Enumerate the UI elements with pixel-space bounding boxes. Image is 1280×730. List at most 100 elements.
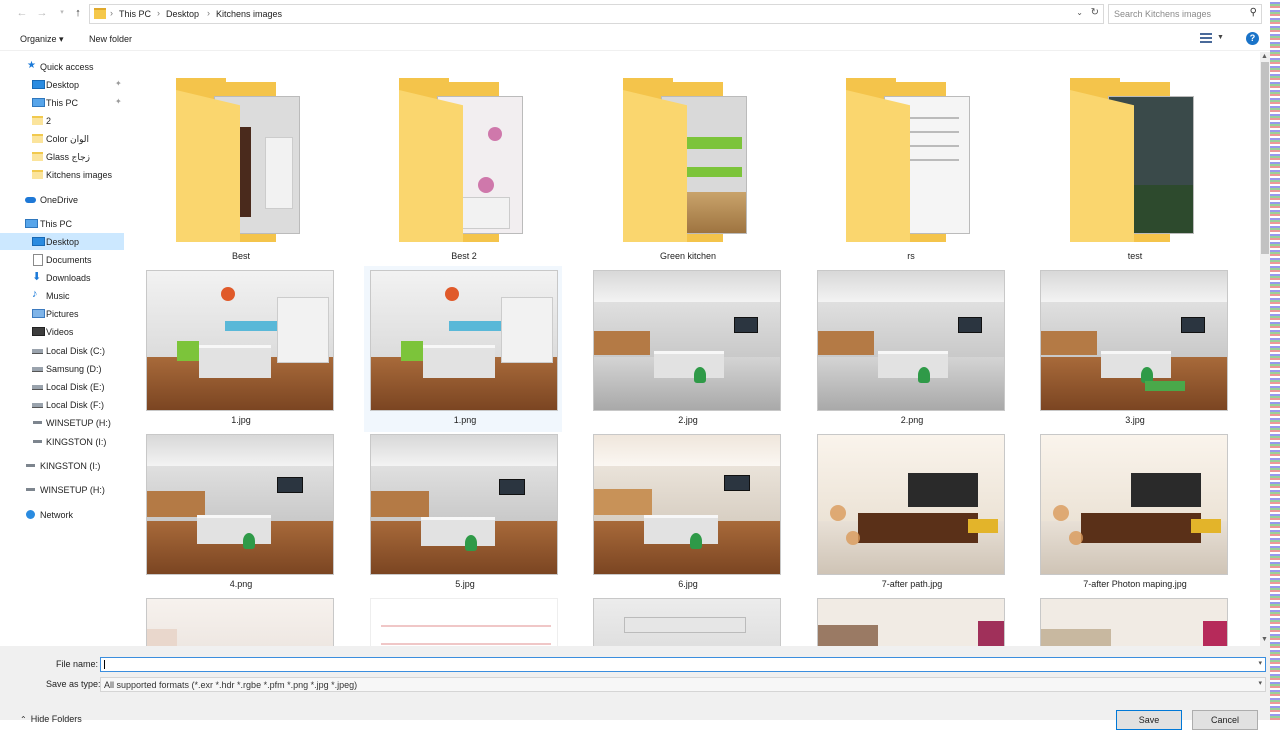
image-tile[interactable]: 7-after path.jpg [817,434,1007,594]
back-icon[interactable]: ← [14,5,30,21]
chevron-right-icon[interactable]: › [110,8,113,18]
chevron-right-icon[interactable]: › [157,8,160,18]
folder-tile[interactable]: test [1040,78,1230,268]
up-icon[interactable]: ↑ [70,5,86,21]
nav-item-downloads[interactable]: ⬇ Downloads [0,269,128,286]
file-name-input[interactable]: ▾ [100,657,1266,672]
image-tile[interactable]: 3.jpg [1040,270,1230,430]
image-thumbnail [593,270,781,411]
screen-artifact [1270,0,1280,720]
drive-icon [32,385,43,390]
search-icon[interactable]: ⚲ [1250,7,1257,18]
folder-tile[interactable]: Best 2 [369,78,559,268]
organize-button[interactable]: Organize ▾ [20,34,64,45]
nav-item-videos[interactable]: Videos [0,323,128,340]
nav-item-kitchens-images[interactable]: Kitchens images [0,166,128,183]
nav-item-glass[interactable]: Glass زجاج [0,148,128,165]
chevron-right-icon[interactable]: › [207,8,210,18]
nav-item-onedrive[interactable]: OneDrive [0,191,128,208]
help-icon[interactable]: ? [1246,32,1259,45]
refresh-icon[interactable]: ↻ [1091,7,1099,18]
nav-item-desktop-pinned[interactable]: Desktop ✦ [0,76,128,93]
nav-item-samsung-d[interactable]: Samsung (D:) [0,360,128,377]
nav-item-network[interactable]: Network [0,506,128,523]
breadcrumb-desktop[interactable]: Desktop [166,9,199,19]
new-folder-button[interactable]: New folder [89,34,132,44]
folder-tile[interactable]: Green kitchen [593,78,783,268]
folder-icon [623,78,747,248]
folder-tile[interactable]: rs [816,78,1006,268]
image-tile[interactable] [817,598,1007,646]
command-bar: Organize ▾ New folder ▼ ? [0,28,1270,51]
cancel-button[interactable]: Cancel [1192,710,1258,730]
search-input[interactable]: Search Kitchens images ⚲ [1108,4,1262,24]
nav-item-this-pc-pinned[interactable]: This PC ✦ [0,94,128,111]
image-tile[interactable]: 5.jpg [370,434,560,594]
chevron-down-icon[interactable]: ▼ [1217,34,1224,41]
image-tile[interactable]: 7-after Photon maping.jpg [1040,434,1230,594]
nav-item-label: Videos [46,327,74,337]
nav-item-pictures[interactable]: Pictures [0,305,128,322]
drive-icon [32,349,43,354]
nav-item-documents[interactable]: Documents [0,251,128,268]
image-tile[interactable] [146,598,336,646]
star-icon: ★ [27,60,36,71]
nav-item-local-disk-f[interactable]: Local Disk (F:) [0,396,128,413]
image-tile[interactable]: 2.png [817,270,1007,430]
image-tile[interactable]: 1.png [364,266,562,432]
nav-item-kingston-i[interactable]: KINGSTON (I:) [0,433,128,450]
nav-item-label: Network [40,510,74,520]
nav-item-kingston-i-root[interactable]: KINGSTON (I:) [0,457,128,474]
image-thumbnail [146,434,334,575]
vertical-scrollbar[interactable]: ▲ ▼ [1260,52,1270,646]
nav-item-local-disk-c[interactable]: Local Disk (C:) [0,342,128,359]
pc-icon [32,98,45,107]
nav-item-winsetup-h[interactable]: WINSETUP (H:) [0,414,128,431]
nav-item-quick-access[interactable]: ★ Quick access [0,58,128,75]
nav-item-label: Glass زجاج [46,152,90,162]
recent-dropdown-icon[interactable]: ▾ [54,5,70,21]
file-name: 6.jpg [678,579,698,589]
nav-item-desktop[interactable]: Desktop [0,233,124,250]
usb-drive-icon [33,421,42,424]
save-as-type-value: All supported formats (*.exr *.hdr *.rgb… [104,680,358,690]
image-thumbnail [146,270,334,411]
save-button[interactable]: Save [1116,710,1182,730]
image-thumbnail [370,598,558,646]
file-name: 1.jpg [231,415,251,425]
image-tile[interactable]: 6.jpg [593,434,783,594]
nav-item-local-disk-e[interactable]: Local Disk (E:) [0,378,128,395]
image-tile[interactable] [370,598,560,646]
chevron-down-icon[interactable]: ⌄ [1076,8,1083,17]
nav-item-color[interactable]: Color الوان [0,130,128,147]
forward-icon[interactable]: → [34,5,50,21]
scrollbar-thumb[interactable] [1261,62,1269,254]
scroll-down-icon[interactable]: ▼ [1261,636,1268,643]
nav-item-winsetup-h-root[interactable]: WINSETUP (H:) [0,481,128,498]
image-thumbnail [817,598,1005,646]
nav-item-label: Downloads [46,273,91,283]
file-name: Green kitchen [659,251,717,261]
chevron-down-icon[interactable]: ▾ [1258,679,1262,687]
scroll-up-icon[interactable]: ▲ [1261,53,1268,60]
image-tile[interactable] [1040,598,1230,646]
image-thumbnail [1040,598,1228,646]
nav-item-folder-2[interactable]: 2 [0,112,128,129]
folder-tile[interactable]: Best [146,78,336,268]
image-tile[interactable]: 2.jpg [593,270,783,430]
breadcrumb-this-pc[interactable]: This PC [119,9,151,19]
nav-item-this-pc[interactable]: This PC [0,215,128,232]
pictures-icon [32,309,45,318]
file-name: 2.png [900,415,924,425]
image-tile[interactable]: 1.jpg [146,270,336,430]
address-bar[interactable]: › This PC › Desktop › Kitchens images ⌄ … [89,4,1104,24]
nav-item-music[interactable]: ♪ Music [0,287,128,304]
chevron-down-icon[interactable]: ▾ [1258,659,1262,667]
view-options-icon[interactable] [1200,33,1212,43]
hide-folders-toggle[interactable]: ⌃ Hide Folders [20,714,82,724]
image-tile[interactable] [593,598,783,646]
save-as-type-select[interactable]: All supported formats (*.exr *.hdr *.rgb… [100,677,1266,692]
breadcrumb-kitchens-images[interactable]: Kitchens images [216,9,282,19]
drive-icon [32,403,43,408]
image-tile[interactable]: 4.png [146,434,336,594]
